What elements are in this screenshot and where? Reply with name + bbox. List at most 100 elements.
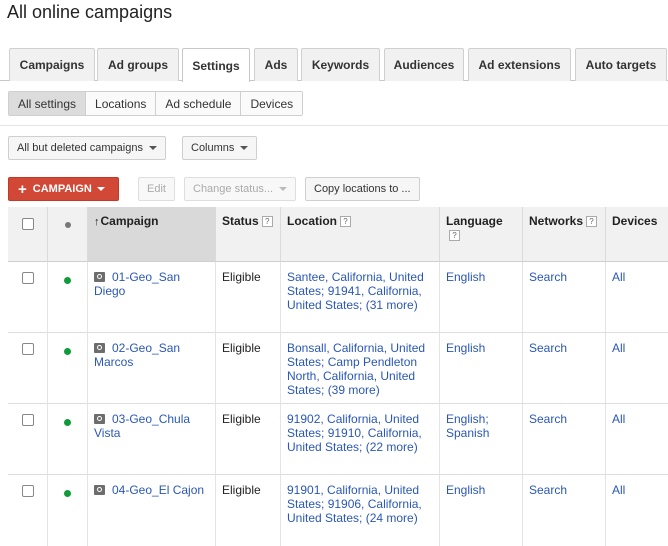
location-cell: Bonsall, California, United States; Camp… (281, 333, 440, 403)
devices-link[interactable]: All (612, 270, 625, 284)
campaign-icon (94, 343, 105, 353)
header-devices-label: Devices (612, 214, 658, 228)
subtab-devices[interactable]: Devices (240, 92, 303, 115)
row-select-cell (8, 333, 48, 403)
row-status-cell (48, 262, 88, 332)
language-link[interactable]: English (446, 341, 485, 355)
devices-link[interactable]: All (612, 412, 625, 426)
header-language[interactable]: Language? (440, 207, 523, 262)
row-checkbox[interactable] (21, 272, 34, 284)
tab-ad-extensions[interactable]: Ad extensions (468, 48, 571, 81)
add-campaign-button[interactable]: + CAMPAIGN (8, 177, 119, 201)
networks-link[interactable]: Search (529, 412, 567, 426)
header-devices[interactable]: Devices (606, 207, 668, 262)
status-dot-icon (64, 222, 71, 228)
help-icon[interactable]: ? (449, 230, 460, 241)
copy-locations-button[interactable]: Copy locations to ... (305, 177, 420, 201)
networks-cell: Search (523, 262, 606, 332)
language-cell: English; Spanish (440, 404, 523, 474)
language-link[interactable]: English (446, 270, 485, 284)
status-dot-icon (64, 490, 71, 497)
campaigns-table: ↑Campaign Status? Location? Language? Ne… (8, 207, 668, 546)
subtab-locations[interactable]: Locations (85, 92, 156, 115)
main-tabs: Campaigns Ad groups Settings Ads Keyword… (0, 48, 668, 82)
table-row: 03-Geo_Chula Vista Eligible 91902, Calif… (8, 404, 668, 475)
status-cell: Eligible (216, 404, 281, 474)
tab-ad-groups[interactable]: Ad groups (97, 48, 179, 81)
header-campaign[interactable]: ↑Campaign (88, 207, 216, 262)
devices-link[interactable]: All (612, 483, 625, 497)
help-icon[interactable]: ? (261, 216, 273, 227)
row-status-cell (48, 333, 88, 403)
devices-cell: All (606, 404, 668, 474)
tab-ads[interactable]: Ads (254, 48, 298, 81)
campaign-cell: 01-Geo_San Diego (88, 262, 216, 332)
add-campaign-label: CAMPAIGN (32, 183, 92, 195)
status-cell: Eligible (216, 262, 281, 332)
location-link[interactable]: 91901, California, United States; 91906,… (287, 483, 422, 525)
plus-icon: + (18, 180, 27, 198)
campaign-link[interactable]: 01-Geo_San Diego (94, 270, 180, 298)
networks-link[interactable]: Search (529, 270, 567, 284)
campaign-link[interactable]: 02-Geo_San Marcos (94, 341, 180, 369)
header-status[interactable]: Status? (216, 207, 281, 262)
table-row: 01-Geo_San Diego Eligible Santee, Califo… (8, 262, 668, 333)
tab-keywords[interactable]: Keywords (301, 48, 380, 81)
devices-cell: All (606, 262, 668, 332)
row-checkbox[interactable] (21, 414, 34, 426)
header-networks[interactable]: Networks? (523, 207, 606, 262)
row-status-cell (48, 475, 88, 546)
page-title: All online campaigns (7, 2, 173, 22)
row-select-cell (8, 262, 48, 332)
status-cell: Eligible (216, 475, 281, 546)
networks-cell: Search (523, 404, 606, 474)
location-cell: 91901, California, United States; 91906,… (281, 475, 440, 546)
select-all-checkbox[interactable] (21, 218, 34, 230)
campaign-link[interactable]: 04-Geo_El Cajon (112, 483, 204, 497)
language-link[interactable]: English; Spanish (446, 412, 489, 440)
subtab-ad-schedule[interactable]: Ad schedule (155, 92, 241, 115)
row-checkbox[interactable] (21, 343, 34, 355)
help-icon[interactable]: ? (586, 216, 598, 227)
campaign-link[interactable]: 03-Geo_Chula Vista (94, 412, 190, 440)
columns-label: Columns (191, 142, 235, 154)
status-dot-icon (64, 348, 71, 355)
header-select-all (8, 207, 48, 262)
location-link[interactable]: Bonsall, California, United States; Camp… (287, 341, 425, 397)
header-campaign-label: Campaign (100, 214, 159, 228)
tab-settings[interactable]: Settings (182, 48, 250, 82)
networks-link[interactable]: Search (529, 483, 567, 497)
edit-label: Edit (147, 183, 166, 195)
subtab-all-settings[interactable]: All settings (9, 92, 86, 115)
location-link[interactable]: Santee, California, United States; 91941… (287, 270, 424, 312)
devices-cell: All (606, 475, 668, 546)
status-dot-icon (64, 419, 71, 426)
campaign-filter-dropdown[interactable]: All but deleted campaigns (8, 136, 166, 160)
columns-dropdown[interactable]: Columns (182, 136, 258, 160)
help-icon[interactable]: ? (340, 216, 351, 227)
language-cell: English (440, 475, 523, 546)
tab-audiences[interactable]: Audiences (384, 48, 464, 81)
devices-cell: All (606, 333, 668, 403)
location-cell: 91902, California, United States; 91910,… (281, 404, 440, 474)
campaign-icon (94, 485, 105, 495)
caret-down-icon (279, 187, 288, 191)
language-cell: English (440, 262, 523, 332)
edit-button[interactable]: Edit (138, 177, 175, 201)
campaign-icon (94, 272, 105, 282)
header-status-dot (48, 207, 88, 262)
devices-link[interactable]: All (612, 341, 625, 355)
change-status-dropdown[interactable]: Change status... (184, 177, 297, 201)
header-location[interactable]: Location? (281, 207, 440, 262)
tab-auto-targets[interactable]: Auto targets (575, 48, 667, 81)
header-status-label: Status (222, 214, 259, 228)
location-link[interactable]: 91902, California, United States; 91910,… (287, 412, 422, 454)
row-checkbox[interactable] (21, 485, 34, 497)
divider (0, 125, 668, 126)
language-link[interactable]: English (446, 483, 485, 497)
header-location-label: Location (287, 214, 337, 228)
networks-link[interactable]: Search (529, 341, 567, 355)
row-select-cell (8, 404, 48, 474)
tab-campaigns[interactable]: Campaigns (9, 48, 95, 81)
language-cell: English (440, 333, 523, 403)
